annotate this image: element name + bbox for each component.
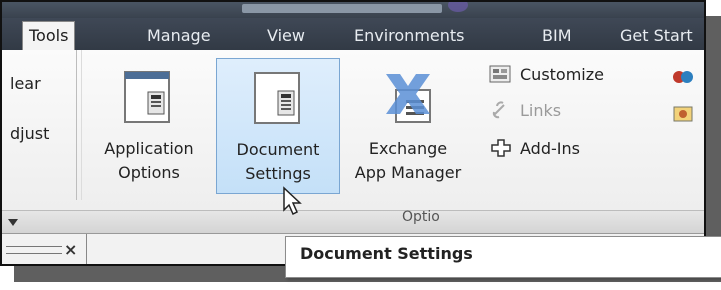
exchange-icon — [386, 74, 431, 123]
pane-grip[interactable] — [6, 246, 62, 254]
exchange-app-manager-label-line1: Exchange — [368, 139, 448, 158]
clear-button-partial[interactable]: lear — [10, 74, 41, 93]
add-ins-icon — [491, 139, 511, 157]
customize-icon — [489, 65, 511, 83]
exchange-app-manager-button[interactable]: Exchange App Manager — [344, 58, 472, 194]
customize-label: Customize — [520, 64, 604, 84]
document-settings-button[interactable]: Document Settings — [216, 58, 340, 194]
application-options-label-line1: Application — [104, 139, 194, 158]
links-label: Links — [520, 100, 562, 120]
close-pane-icon[interactable]: × — [64, 240, 77, 259]
tooltip-document-settings: Document Settings — [285, 236, 721, 278]
exchange-app-manager-label-line2: App Manager — [354, 163, 462, 182]
application-options-icon — [124, 71, 170, 123]
ribbon-panel: lear djust Application Options Document … — [2, 50, 704, 210]
tooltip-title: Document Settings — [300, 244, 473, 263]
document-settings-label-line2: Settings — [245, 164, 311, 183]
tab-environments[interactable]: Environments — [354, 22, 465, 49]
links-icon — [492, 101, 505, 119]
title-slot — [242, 4, 442, 13]
adjust-button-partial[interactable]: djust — [10, 124, 49, 143]
panel-divider — [76, 50, 77, 200]
pane-divider — [86, 234, 87, 264]
tab-view[interactable]: View — [267, 22, 305, 49]
add-ins-label: Add-Ins — [520, 138, 580, 158]
macros-icon[interactable] — [672, 68, 694, 86]
application-options-label-line2: Options — [118, 163, 180, 182]
panel-title-options: Optio — [402, 209, 440, 225]
tab-tools[interactable]: Tools — [22, 21, 76, 52]
title-orb-icon — [448, 2, 468, 12]
title-bar — [2, 2, 704, 18]
panel-title-bar: Optio — [2, 209, 704, 233]
document-settings-label-line1: Document — [236, 140, 320, 159]
mouse-cursor-icon — [283, 186, 302, 216]
add-ins-button[interactable]: Add-Ins — [488, 136, 580, 160]
tab-manage[interactable]: Manage — [147, 22, 211, 49]
panel-divider-light — [81, 50, 82, 200]
tab-get-started[interactable]: Get Start — [620, 22, 693, 49]
chevron-down-icon[interactable] — [8, 219, 18, 226]
application-options-button[interactable]: Application Options — [86, 58, 212, 194]
document-settings-icon — [254, 72, 300, 124]
links-button[interactable]: Links — [488, 98, 561, 122]
tab-bim[interactable]: BIM — [542, 22, 572, 49]
application-window: Tools Manage View Environments BIM Get S… — [0, 0, 706, 266]
customize-button[interactable]: Customize — [488, 62, 604, 86]
vba-editor-icon[interactable] — [672, 105, 694, 123]
ribbon-tab-bar: Tools Manage View Environments BIM Get S… — [2, 18, 704, 52]
